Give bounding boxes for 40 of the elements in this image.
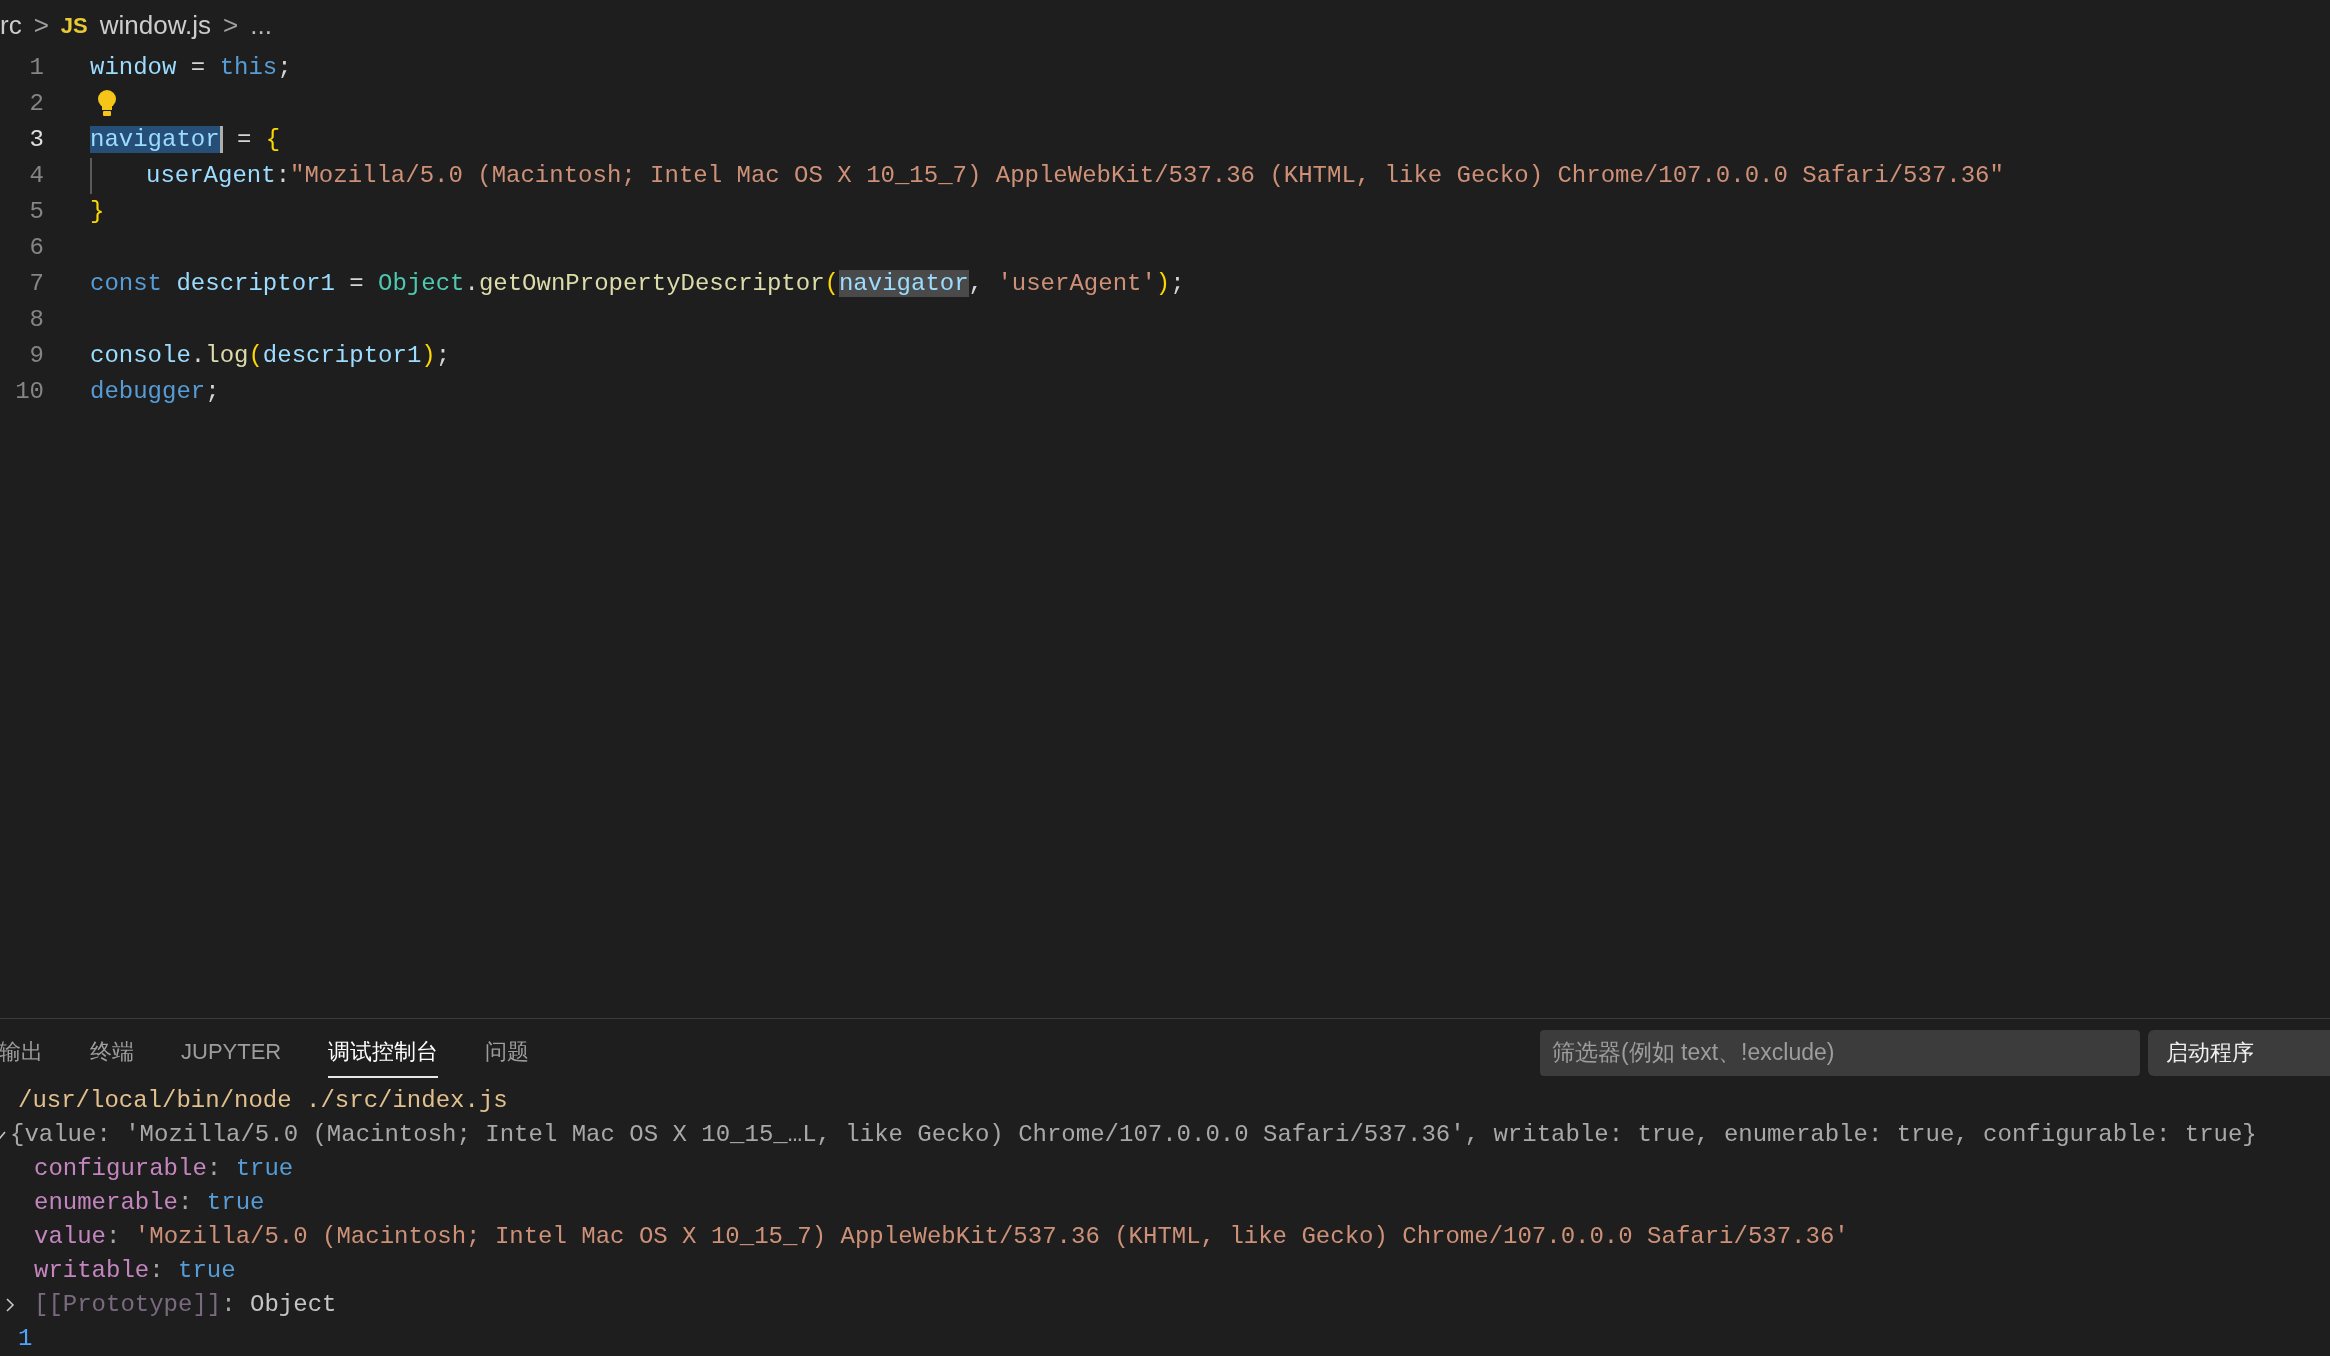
panel-tab[interactable]: 调试控制台 — [328, 1027, 439, 1078]
console-property: [[Prototype]]: Object — [34, 1290, 337, 1320]
js-file-icon: JS — [60, 8, 88, 42]
code-line: } — [90, 197, 105, 227]
console-line: 1 — [18, 1324, 33, 1354]
console-line: /usr/local/bin/node ./src/index.js — [18, 1086, 508, 1116]
panel-tab[interactable]: JUPYTER — [181, 1027, 282, 1078]
breadcrumb-item[interactable]: ... — [250, 5, 272, 45]
chevron-right-icon[interactable] — [4, 1297, 16, 1313]
breadcrumb-separator: > — [33, 8, 49, 42]
panel-tab[interactable]: 输出 — [0, 1027, 43, 1078]
code-line: userAgent:"Mozilla/5.0 (Macintosh; Intel Mac OS X 10_15_7) AppleWebKit/537.36 (KHTML, like Gecko) Chrome/107.0.0.0 Safari/537.36" — [146, 161, 2004, 191]
code-line: navigator = { — [90, 125, 281, 155]
console-line: {value: 'Mozilla/5.0 (Macintosh; Intel Mac OS X 10_15_…L, like Gecko) Chrome/107.0.0.0 Safari/537.36', writable: true, enumerable: true, configurable: true} — [10, 1120, 2257, 1150]
breadcrumb-item[interactable]: window.js — [99, 5, 212, 45]
console-property: value: 'Mozilla/5.0 (Macintosh; Intel Mac OS X 10_15_7) AppleWebKit/537.36 (KHTML, like Gecko) Chrome/107.0.0.0 Safari/537.36' — [34, 1222, 1849, 1252]
line-number: 6 — [28, 233, 44, 263]
code-line: const descriptor1 = Object.getOwnPropertyDescriptor(navigator, 'userAgent'); — [90, 269, 1185, 299]
breadcrumb-separator: > — [223, 8, 239, 42]
launch-config-dropdown[interactable]: 启动程序 — [2148, 1029, 2330, 1076]
console-property: configurable: true — [34, 1154, 294, 1184]
line-number: 9 — [28, 341, 44, 371]
line-number: 4 — [28, 161, 44, 191]
line-number: 10 — [14, 377, 44, 407]
code-line: debugger; — [90, 377, 220, 407]
lightbulb-icon[interactable] — [96, 89, 118, 119]
panel-tab[interactable]: 终端 — [90, 1027, 134, 1078]
line-number: 2 — [28, 89, 44, 119]
line-number: 1 — [28, 53, 44, 83]
filter-field[interactable]: 筛选器(例如 text、!exclude) — [1540, 1029, 2140, 1076]
panel-tab[interactable]: 问题 — [485, 1027, 530, 1078]
code-line: window = this; — [90, 53, 292, 83]
console-property: writable: true — [34, 1256, 236, 1286]
line-number: 5 — [28, 197, 44, 227]
code-line: console.log(descriptor1); — [90, 341, 451, 371]
line-number: 8 — [28, 305, 44, 335]
line-number: 3 — [28, 125, 44, 155]
line-number: 7 — [28, 269, 44, 299]
breadcrumb-item[interactable]: rc — [0, 5, 22, 45]
console-property: enumerable: true — [34, 1188, 265, 1218]
